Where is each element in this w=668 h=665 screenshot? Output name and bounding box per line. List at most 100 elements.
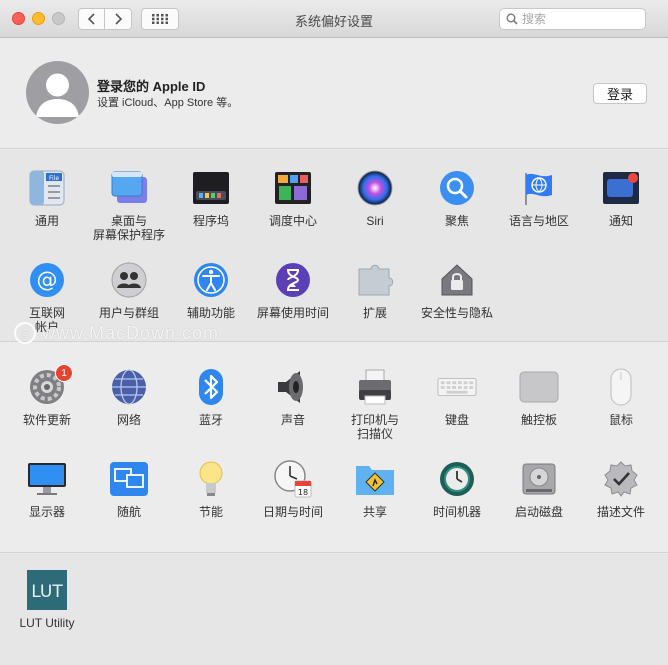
- accessibility-icon: [191, 260, 231, 300]
- system-preferences-window: 系统偏好设置 登录您的 Apple ID 设置 iCloud、App Store…: [0, 0, 668, 665]
- pref-pane-label: 语言与地区: [508, 214, 569, 228]
- software-update-icon: 1: [27, 364, 73, 407]
- apple-id-title: 登录您的 Apple ID: [97, 79, 206, 94]
- sound-icon: [273, 367, 313, 407]
- pref-pane-startup-disk[interactable]: 启动磁盘: [498, 459, 580, 551]
- keyboard-icon: [437, 367, 477, 407]
- pref-pane-trackpad[interactable]: 触控板: [498, 367, 580, 459]
- apple-id-subtitle: 设置 iCloud、App Store 等。: [97, 97, 239, 109]
- pref-pane-label: 打印机与 扫描仪: [350, 413, 399, 441]
- pref-pane-label: 时间机器: [432, 505, 481, 519]
- users-groups-icon: [109, 260, 149, 300]
- pref-pane-label: 共享: [362, 505, 387, 519]
- pref-pane-security-privacy[interactable]: 安全性与隐私: [416, 260, 498, 352]
- extensions-icon: [355, 260, 395, 300]
- internet-accounts-icon: @: [27, 260, 67, 300]
- pref-pane-label: 触控板: [520, 413, 557, 427]
- desktop-icon: [109, 168, 149, 208]
- search-icon: [506, 13, 518, 25]
- pref-pane-desktop[interactable]: 桌面与 屏幕保护程序: [88, 168, 170, 260]
- notifications-icon: [601, 168, 641, 208]
- pref-pane-label: 通知: [608, 214, 633, 228]
- pref-pane-energy-saver[interactable]: 节能: [170, 459, 252, 551]
- other-preferences-section: LUT LUT Utility: [0, 554, 668, 665]
- siri-icon: [355, 168, 395, 208]
- pref-pane-screen-time[interactable]: 屏幕使用时间: [252, 260, 334, 352]
- energy-saver-icon: [191, 459, 231, 499]
- date-time-icon: 18: [273, 459, 313, 499]
- pref-pane-extensions[interactable]: 扩展: [334, 260, 416, 352]
- pref-pane-label: 桌面与 屏幕保护程序: [92, 214, 165, 242]
- login-button[interactable]: 登录: [593, 83, 647, 104]
- pref-pane-displays[interactable]: 显示器: [6, 459, 88, 551]
- pref-pane-network[interactable]: 网络: [88, 367, 170, 459]
- macdown-logo-icon: ◎: [14, 322, 36, 344]
- apple-id-section: 登录您的 Apple ID 设置 iCloud、App Store 等。 登录: [0, 39, 668, 149]
- pref-pane-label: 安全性与隐私: [420, 306, 493, 320]
- lut-utility-icon: LUT: [27, 570, 67, 610]
- pref-pane-siri[interactable]: Siri: [334, 168, 416, 260]
- pref-pane-lut-utility[interactable]: LUT LUT Utility: [6, 570, 88, 650]
- pref-pane-label: 描述文件: [596, 505, 645, 519]
- pref-pane-profiles[interactable]: 描述文件: [580, 459, 662, 551]
- pref-pane-label: 辅助功能: [186, 306, 235, 320]
- language-region-icon: [519, 168, 559, 208]
- pref-pane-label: 节能: [198, 505, 223, 519]
- pref-pane-label: 键盘: [444, 413, 469, 427]
- hardware-preferences-section: 1 软件更新 网络 蓝牙 声音 打印机与 扫描仪 键盘 触控板 鼠标显示器 随航 节能 18 日期与时间…: [0, 343, 668, 553]
- printer-icon: [355, 367, 395, 407]
- search-input[interactable]: [522, 12, 632, 26]
- pref-pane-label: 软件更新: [22, 413, 71, 427]
- spotlight-icon: [437, 168, 477, 208]
- pref-pane-label: 随航: [116, 505, 141, 519]
- security-privacy-icon: [437, 260, 477, 300]
- pref-pane-label: 显示器: [28, 505, 65, 519]
- pref-pane-label: 通用: [34, 214, 59, 228]
- pref-pane-label: LUT Utility: [19, 616, 75, 630]
- time-machine-icon: [437, 459, 477, 499]
- mouse-icon: [601, 367, 641, 407]
- watermark: ◎ www.MacDown.com: [14, 322, 219, 344]
- pref-pane-label: 启动磁盘: [514, 505, 563, 519]
- pref-pane-sound[interactable]: 声音: [252, 367, 334, 459]
- screen-time-icon: [273, 260, 313, 300]
- startup-disk-icon: [519, 459, 559, 499]
- svg-text:LUT: LUT: [31, 582, 63, 602]
- pref-pane-general[interactable]: File 通用: [6, 168, 88, 260]
- watermark-text: www.MacDown.com: [42, 322, 220, 343]
- profiles-icon: [601, 459, 641, 499]
- pref-pane-time-machine[interactable]: 时间机器: [416, 459, 498, 551]
- pref-pane-mission-control[interactable]: 调度中心: [252, 168, 334, 260]
- pref-pane-keyboard[interactable]: 键盘: [416, 367, 498, 459]
- pref-pane-label: 日期与时间: [262, 505, 323, 519]
- pref-pane-label: Siri: [366, 214, 384, 228]
- user-avatar-icon[interactable]: [26, 61, 89, 124]
- pref-pane-notifications[interactable]: 通知: [580, 168, 662, 260]
- pref-pane-dock[interactable]: 程序坞: [170, 168, 252, 260]
- trackpad-icon: [519, 367, 559, 407]
- pref-pane-sharing[interactable]: 共享: [334, 459, 416, 551]
- pref-pane-sidecar[interactable]: 随航: [88, 459, 170, 551]
- svg-text:@: @: [37, 268, 58, 292]
- sidecar-icon: [109, 459, 149, 499]
- search-field[interactable]: [499, 8, 646, 30]
- pref-pane-date-time[interactable]: 18 日期与时间: [252, 459, 334, 551]
- pref-pane-label: 聚焦: [444, 214, 469, 228]
- pref-pane-label: 蓝牙: [198, 413, 223, 427]
- pref-pane-language-region[interactable]: 语言与地区: [498, 168, 580, 260]
- pref-pane-label: 屏幕使用时间: [256, 306, 329, 320]
- network-icon: [109, 367, 149, 407]
- dock-icon: [191, 168, 231, 208]
- pref-pane-spotlight[interactable]: 聚焦: [416, 168, 498, 260]
- pref-pane-label: 用户与群组: [98, 306, 159, 320]
- personal-preferences-section: File 通用 桌面与 屏幕保护程序 程序坞 调度中心 Siri 聚焦 语言与地区 通知 @ 互联网…: [0, 150, 668, 342]
- pref-pane-printer[interactable]: 打印机与 扫描仪: [334, 367, 416, 459]
- update-count-badge: 1: [55, 364, 73, 382]
- sharing-icon: [355, 459, 395, 499]
- pref-pane-label: 声音: [280, 413, 305, 427]
- mission-control-icon: [273, 168, 313, 208]
- pref-pane-software-update[interactable]: 1 软件更新: [6, 364, 88, 459]
- pref-pane-mouse[interactable]: 鼠标: [580, 367, 662, 459]
- pref-pane-bluetooth[interactable]: 蓝牙: [170, 367, 252, 459]
- pref-pane-label: 程序坞: [192, 214, 229, 228]
